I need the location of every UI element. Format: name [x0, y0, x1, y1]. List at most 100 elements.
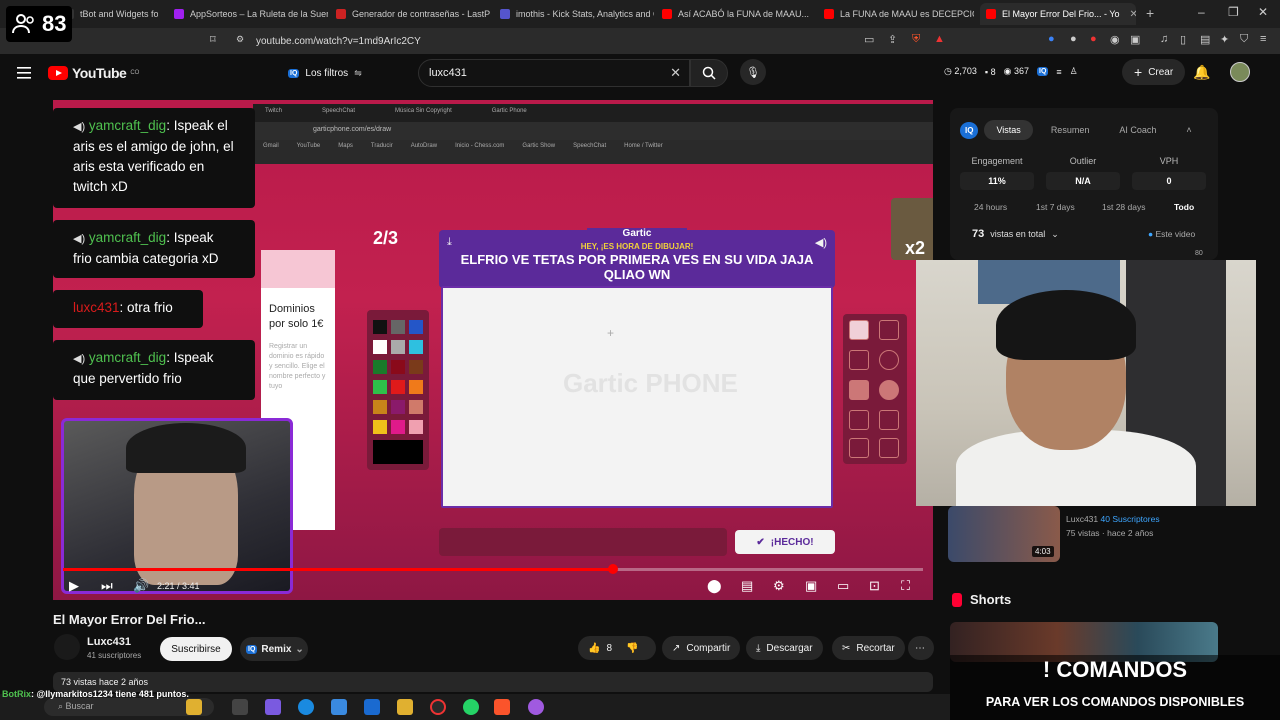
chevron-down-icon[interactable]: ⌄	[1051, 229, 1059, 239]
pencil-tool-icon	[849, 320, 869, 340]
play-icon[interactable]: ▶	[69, 578, 79, 594]
close-tab-icon[interactable]: ✕	[1130, 9, 1136, 20]
trophy-icon[interactable]: ♙	[1070, 66, 1078, 77]
browser-tab[interactable]: Así ACABÓ la FUNA de MAAU... | On	[656, 3, 812, 25]
search-input[interactable]: luxc431 ✕	[418, 59, 690, 87]
collapse-icon[interactable]: ˄	[1186, 125, 1191, 135]
wallet-icon[interactable]: ▤	[1200, 33, 1210, 46]
like-dislike-button[interactable]: 👍 8 👎	[578, 636, 656, 660]
iq-badge-icon[interactable]: IQ	[1037, 67, 1049, 76]
tab-vistas[interactable]: Vistas	[984, 120, 1033, 140]
channel-name[interactable]: Luxc431	[87, 636, 131, 648]
thumbs-up-icon[interactable]: 👍	[588, 643, 600, 654]
brave-rewards-icon[interactable]: ▲	[934, 33, 945, 45]
thumbs-down-icon[interactable]: 👎	[626, 643, 638, 654]
download-icon: ⤓	[756, 642, 761, 654]
bookmark-icon[interactable]: ⌑	[210, 33, 216, 46]
cast-icon[interactable]: ⊡	[869, 578, 880, 594]
share-button[interactable]: ↗ Compartir	[662, 636, 741, 660]
notifications-bell-icon[interactable]: 🔔	[1193, 64, 1210, 81]
account-avatar[interactable]	[1230, 62, 1250, 82]
search-button[interactable]	[690, 59, 728, 87]
remix-button[interactable]: IQ Remix ⌄	[240, 637, 308, 661]
site-info-icon[interactable]: ⚙	[236, 34, 244, 45]
subscribe-button[interactable]: Suscribirse	[160, 637, 232, 661]
app-icon[interactable]	[528, 699, 544, 715]
share-icon[interactable]: ⇪	[888, 33, 897, 46]
settings-gear-icon[interactable]: ⚙	[773, 578, 785, 594]
hamburger-menu-icon[interactable]	[17, 67, 31, 79]
range-todo[interactable]: Todo	[1174, 202, 1194, 212]
download-button[interactable]: ⤓ Descargar	[746, 636, 823, 660]
youtube-logo[interactable]: YouTube CO	[48, 65, 139, 81]
file-explorer-icon[interactable]	[397, 699, 413, 715]
menu-icon[interactable]: ≡	[1260, 33, 1266, 45]
inner-url: garticphone.com/es/draw	[253, 122, 933, 140]
copilot-icon[interactable]	[265, 699, 281, 715]
extension-icon[interactable]: ◉	[1110, 33, 1120, 46]
sidebar-icon[interactable]: ▯	[1180, 33, 1186, 46]
browser-tab[interactable]: La FUNA de MAAU es DECEPCIONAN	[818, 3, 974, 25]
inner-tabs: Twitch SpeechChat Música Sin Copyright Gart…	[253, 104, 933, 122]
miniplayer-icon[interactable]: ▣	[805, 578, 817, 594]
close-window-icon[interactable]: ✕	[1258, 5, 1268, 19]
browser-tab[interactable]: Generador de contraseñas - LastPass	[330, 3, 490, 25]
range-28d[interactable]: 1st 28 days	[1102, 202, 1145, 212]
store-icon[interactable]	[331, 699, 347, 715]
youtube-play-icon	[48, 66, 68, 80]
brave-shield-icon[interactable]: ⛨	[912, 33, 920, 46]
eraser-tool-icon	[879, 320, 899, 340]
extension-icon[interactable]: ●	[1070, 33, 1077, 45]
tab-resumen[interactable]: Resumen	[1039, 120, 1102, 140]
widgets-icon[interactable]	[186, 699, 202, 715]
obs-icon[interactable]	[430, 699, 446, 715]
logo-text: YouTube	[72, 65, 127, 81]
extension-icon[interactable]: ●	[1090, 33, 1097, 45]
extension-icon[interactable]: ▣	[1130, 33, 1140, 46]
clear-search-icon[interactable]: ✕	[670, 65, 681, 81]
range-24h[interactable]: 24 hours	[974, 202, 1007, 212]
address-bar-row: ⌑ youtube.com/watch?v=1md9ArIc2CY ⚙ ▭ ⇪ …	[0, 28, 1280, 54]
autoplay-toggle-icon[interactable]: ⬤	[707, 578, 722, 594]
extension-icon[interactable]: ●	[1048, 33, 1055, 45]
tab-favicon-icon	[174, 9, 184, 19]
create-button[interactable]: + Crear	[1122, 59, 1186, 85]
more-actions-button[interactable]: ⋯	[908, 636, 934, 660]
new-tab-icon[interactable]: +	[1146, 5, 1154, 21]
tab-favicon-icon	[824, 9, 834, 19]
tools-icon[interactable]: ≡	[1056, 67, 1061, 77]
browser-tab[interactable]: imothis - Kick Stats, Analytics and Ch	[494, 3, 654, 25]
url-field[interactable]: youtube.com/watch?v=1md9ArIc2CY	[230, 31, 950, 51]
filters-button[interactable]: IQ Los filtros ⇋	[280, 62, 370, 84]
cast-icon[interactable]: ▭	[864, 33, 874, 46]
browser-tab[interactable]: tBot and Widgets for Ki	[58, 3, 158, 25]
browser-tab[interactable]: AppSorteos – La Ruleta de la Suerte	[168, 3, 328, 25]
voice-search-button[interactable]: 🎙	[740, 59, 766, 85]
next-icon[interactable]: ⏭	[101, 578, 113, 594]
minimize-icon[interactable]: –	[1198, 5, 1205, 19]
brave-icon[interactable]	[494, 699, 510, 715]
leo-icon[interactable]: ✦	[1220, 33, 1229, 46]
subtitles-icon[interactable]: ▤	[741, 578, 753, 594]
volume-icon[interactable]: 🔊	[133, 578, 149, 594]
video-player[interactable]: Twitch SpeechChat Música Sin Copyright Gart…	[53, 100, 933, 600]
whatsapp-icon[interactable]	[463, 699, 479, 715]
recommended-video[interactable]: 4:03 Luxc431 40 Suscriptores 75 vistas ·…	[948, 504, 1278, 562]
bot-chat-overlay: BotRix: @llymarkitos1234 tiene 481 punto…	[2, 689, 189, 700]
browser-tab-active[interactable]: El Mayor Error Del Frio... - Yo ✕	[980, 3, 1136, 25]
outlook-icon[interactable]	[364, 699, 380, 715]
theater-mode-icon[interactable]: ▭	[837, 578, 849, 594]
progress-bar[interactable]	[63, 564, 923, 574]
tab-ai-coach[interactable]: AI Coach	[1107, 120, 1168, 140]
range-7d[interactable]: 1st 7 days	[1036, 202, 1075, 212]
clip-button[interactable]: ✂ Recortar	[832, 636, 905, 660]
fullscreen-icon[interactable]: ⛶	[901, 578, 910, 594]
music-icon[interactable]: ♫	[1160, 33, 1168, 45]
maximize-icon[interactable]: ❐	[1228, 5, 1239, 19]
speaker-icon: ◀)	[73, 121, 86, 133]
task-view-icon[interactable]	[232, 699, 248, 715]
edge-icon[interactable]	[298, 699, 314, 715]
vpn-icon[interactable]: ⛉	[1240, 33, 1248, 46]
channel-avatar[interactable]	[54, 634, 80, 660]
scrubber-handle[interactable]	[608, 564, 619, 574]
